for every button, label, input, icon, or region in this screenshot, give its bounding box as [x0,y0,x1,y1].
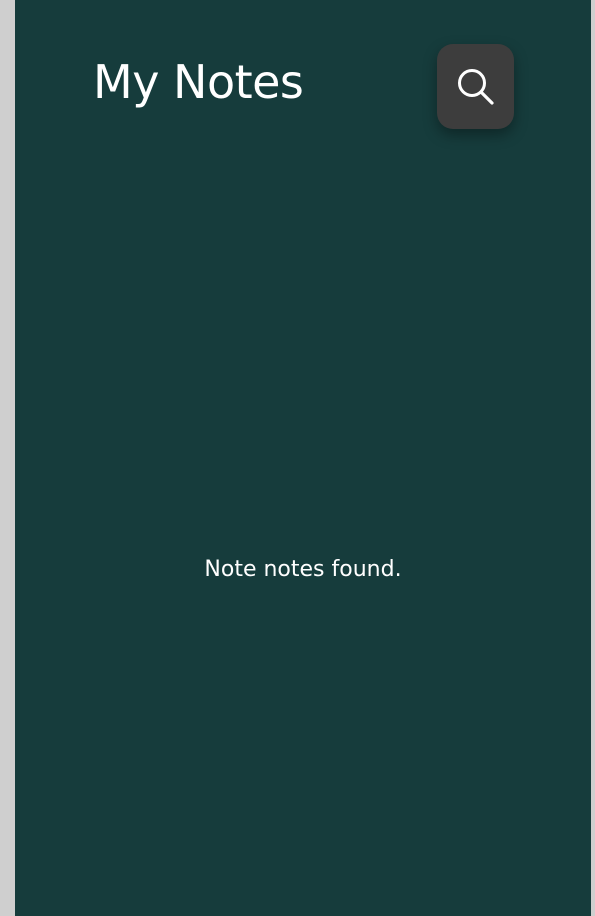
left-gutter [0,0,15,916]
app-screen: My Notes Note notes found. [15,0,591,916]
search-button[interactable] [437,44,514,129]
right-gutter [591,0,595,916]
search-icon [457,68,494,105]
empty-notes-message: Note notes found. [204,557,402,582]
page-title: My Notes [93,55,304,109]
